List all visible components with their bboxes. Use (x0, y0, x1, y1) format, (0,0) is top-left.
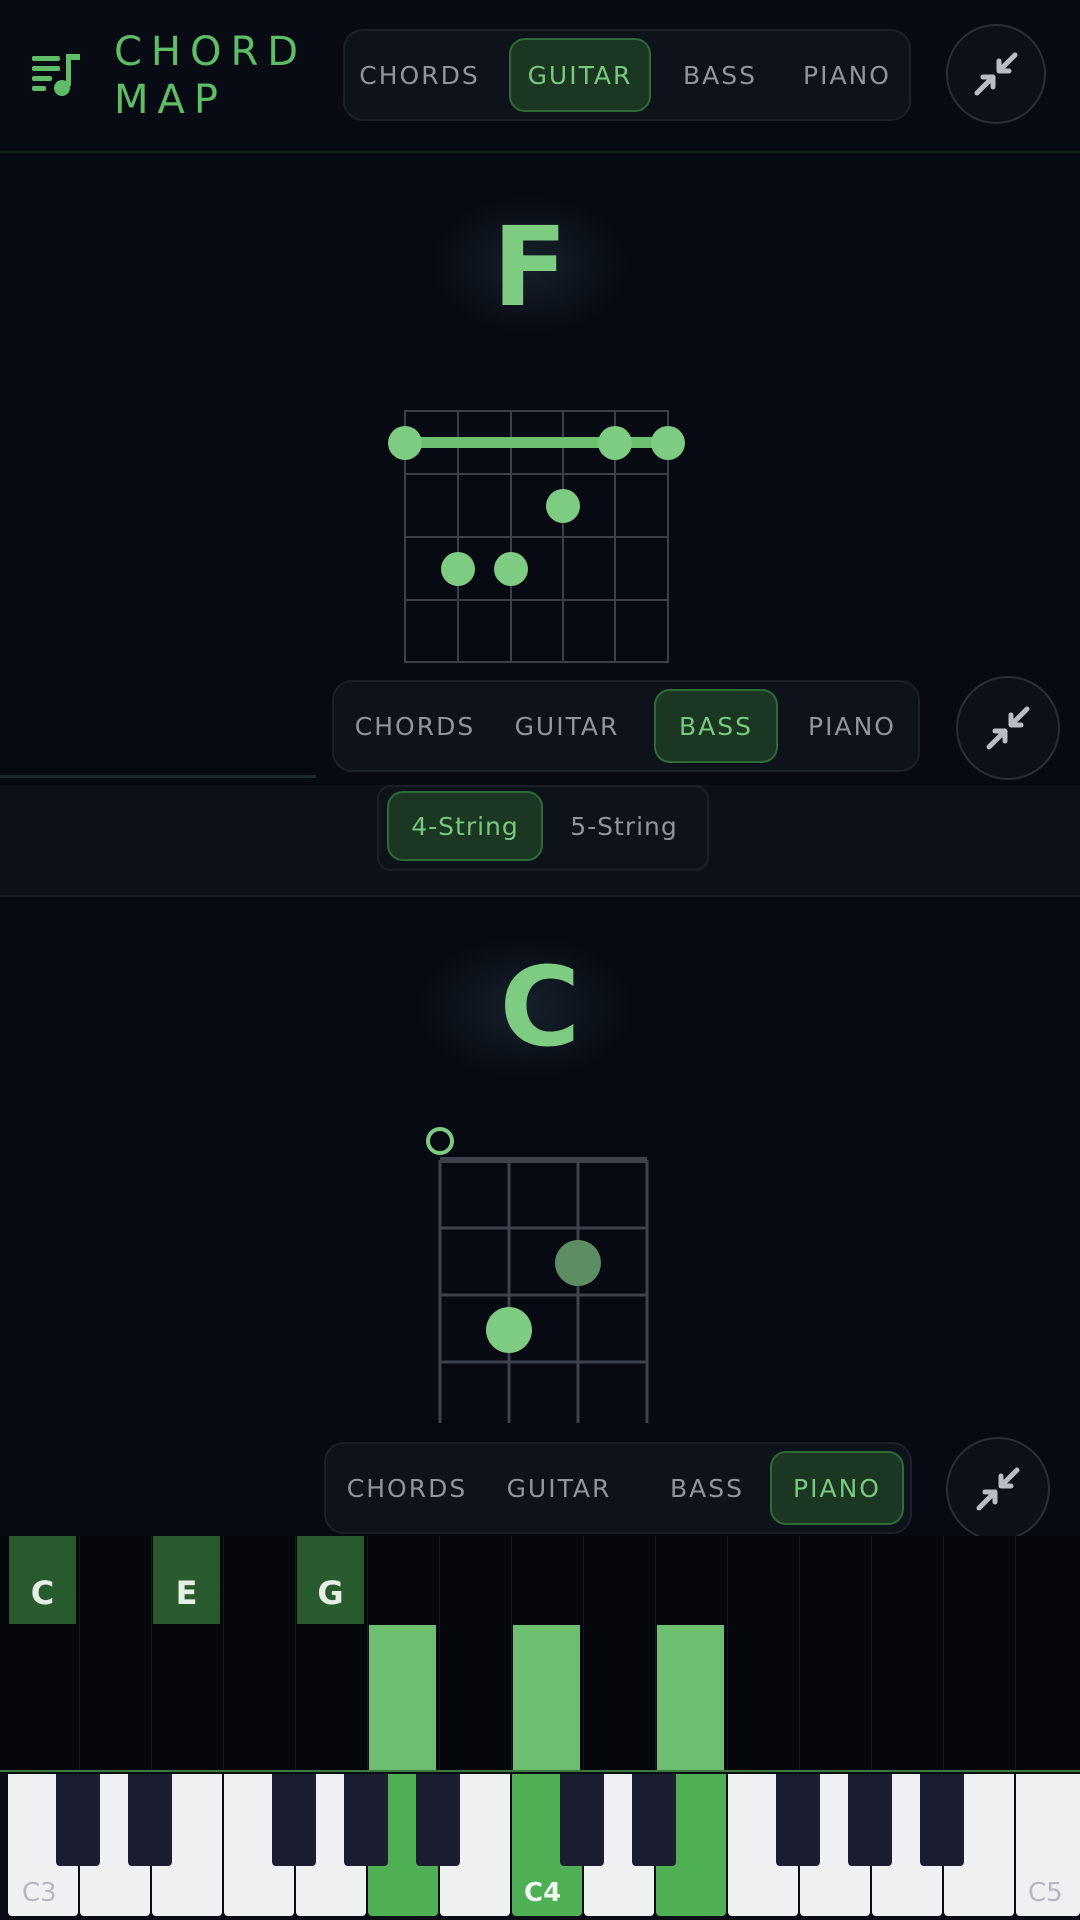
note-bar (513, 1625, 580, 1770)
piano-key-c-sharp3[interactable] (56, 1774, 100, 1866)
piano-key-a-sharp3[interactable] (416, 1774, 460, 1866)
tab-piano[interactable]: PIANO (789, 38, 905, 112)
nav-tabs-bass: CHORDS GUITAR BASS PIANO (332, 680, 920, 772)
nav-tabs: CHORDS GUITAR BASS PIANO (343, 29, 911, 121)
collapse-arrows-icon (976, 1467, 1020, 1511)
open-string-marker (426, 1127, 454, 1155)
tab-chords[interactable]: CHORDS (354, 689, 476, 763)
piano-roll: C E G (0, 1536, 1080, 1770)
note-bar (369, 1625, 436, 1770)
tab-guitar[interactable]: GUITAR (498, 1451, 620, 1525)
option-5-string[interactable]: 5-String (549, 791, 699, 861)
piano-key-g-sharp4[interactable] (848, 1774, 892, 1866)
tab-piano[interactable]: PIANO (794, 689, 910, 763)
nav-tabs-piano: CHORDS GUITAR BASS PIANO (324, 1442, 912, 1534)
tab-bass[interactable]: BASS (665, 38, 775, 112)
guitar-chord-diagram (388, 410, 685, 663)
tab-bass[interactable]: BASS (654, 689, 778, 763)
piano-key-d-sharp4[interactable] (632, 1774, 676, 1866)
piano-key-f-sharp3[interactable] (272, 1774, 316, 1866)
tab-piano[interactable]: PIANO (770, 1451, 904, 1525)
guitar-chord-name: F (492, 203, 568, 331)
piano-key-d-sharp3[interactable] (128, 1774, 172, 1866)
tab-guitar[interactable]: GUITAR (509, 38, 651, 112)
finger-dot (598, 426, 632, 460)
roll-lane (728, 1536, 800, 1770)
roll-lane (80, 1536, 152, 1770)
finger-dot (486, 1307, 532, 1353)
collapse-button[interactable] (956, 676, 1060, 780)
roll-lane (224, 1536, 296, 1770)
piano-key-c-sharp4[interactable] (560, 1774, 604, 1866)
roll-lane (872, 1536, 944, 1770)
collapse-arrows-icon (986, 706, 1030, 750)
piano-key-f-sharp4[interactable] (776, 1774, 820, 1866)
piano-key-g-sharp3[interactable] (344, 1774, 388, 1866)
bass-chord-name: C (499, 943, 581, 1071)
collapse-button[interactable] (946, 24, 1046, 124)
key-label-c3: C3 (22, 1878, 57, 1908)
note-bar (657, 1625, 724, 1770)
note-tag-e: E (153, 1536, 220, 1624)
panel-divider (0, 775, 316, 778)
option-4-string[interactable]: 4-String (387, 791, 543, 861)
string-count-toggle: 4-String 5-String (377, 785, 709, 871)
piano-key-c5[interactable]: C5 (1016, 1774, 1080, 1916)
app-title-line2: MAP (114, 77, 227, 123)
roll-lane (584, 1536, 656, 1770)
finger-dot-muted (555, 1240, 601, 1286)
bass-chord-diagram (426, 1127, 649, 1423)
finger-dot (441, 552, 475, 586)
music-playlist-icon (32, 54, 80, 96)
roll-lane (944, 1536, 1016, 1770)
app-title-line1: CHORD (114, 29, 308, 75)
bass-string-options: 4-String 5-String (0, 785, 1080, 897)
note-tag-g: G (297, 1536, 364, 1624)
tab-chords[interactable]: CHORDS (357, 38, 482, 112)
collapse-arrows-icon (974, 52, 1018, 96)
finger-dot (546, 489, 580, 523)
collapse-button[interactable] (946, 1437, 1050, 1541)
piano-keyboard: C3 C4 C5 (0, 1770, 1080, 1920)
app-title: CHORD MAP (114, 28, 307, 124)
note-tag-c: C (9, 1536, 76, 1624)
tab-guitar[interactable]: GUITAR (506, 689, 628, 763)
roll-lane (800, 1536, 872, 1770)
app-header: CHORD MAP CHORDS GUITAR BASS PIANO (0, 0, 1080, 153)
fretboard-grid (438, 1160, 649, 1423)
piano-key-a-sharp4[interactable] (920, 1774, 964, 1866)
tab-chords[interactable]: CHORDS (346, 1451, 468, 1525)
tab-bass[interactable]: BASS (652, 1451, 762, 1525)
finger-dot (651, 426, 685, 460)
key-label-c4: C4 (524, 1878, 562, 1908)
finger-dot (388, 426, 422, 460)
key-label-c5: C5 (1028, 1878, 1063, 1908)
roll-lane (440, 1536, 512, 1770)
finger-dot (494, 552, 528, 586)
